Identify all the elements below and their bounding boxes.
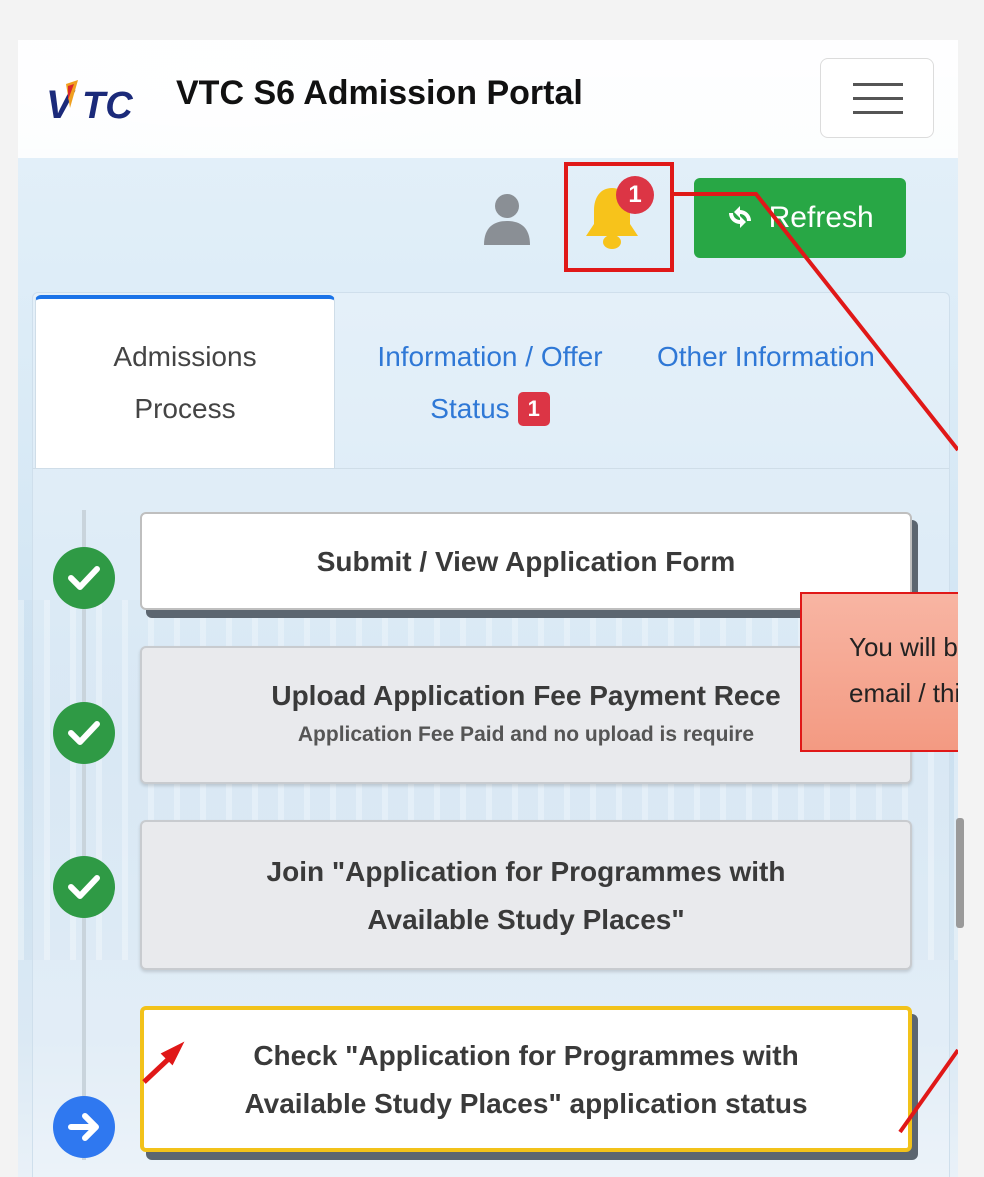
annotation-lines xyxy=(142,192,958,1134)
portal-frame: V TC VTC S6 Admission Portal 1 Refresh A… xyxy=(18,40,958,1177)
scrollbar-handle[interactable] xyxy=(956,818,964,928)
